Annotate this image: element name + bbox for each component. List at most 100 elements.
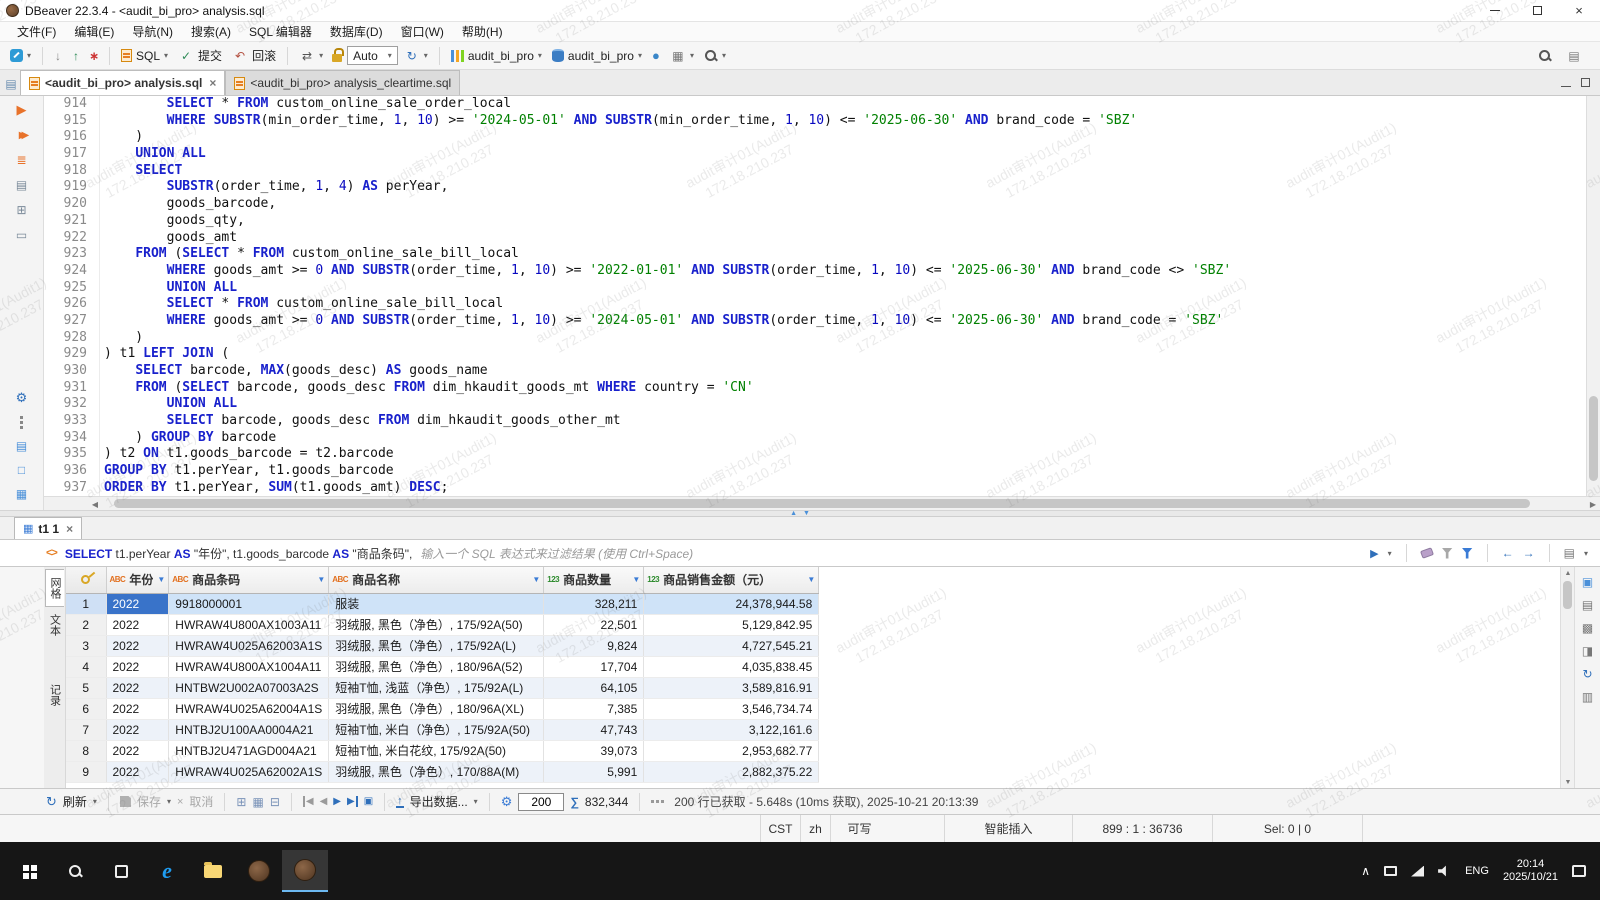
volume-icon[interactable]	[1438, 865, 1446, 877]
value-panel-icon[interactable]: ▣	[1582, 575, 1593, 589]
panels-icon[interactable]: ▤	[1564, 546, 1575, 560]
code-line[interactable]: FROM (SELECT barcode, goods_desc FROM di…	[104, 380, 1600, 397]
execute-script-icon[interactable]: ▶▶	[13, 127, 31, 143]
corner-key-header[interactable]	[66, 567, 107, 594]
first-page-icon[interactable]: ◀	[302, 796, 314, 807]
cell[interactable]: HWRAW4U025A62003A1S	[168, 635, 330, 657]
status-insert-mode[interactable]: 智能插入	[944, 815, 1072, 842]
cell[interactable]: 短袖T恤, 浅蓝（净色）, 175/92A(L)	[328, 677, 545, 699]
globe-icon[interactable]: ●	[648, 48, 664, 64]
cell[interactable]: 2022	[106, 740, 170, 762]
cell[interactable]: 羽绒服, 黑色（净色）, 170/88A(M)	[328, 761, 545, 783]
editor-vertical-scrollbar[interactable]	[1586, 96, 1600, 496]
code-line[interactable]: ) GROUP BY barcode	[104, 430, 1600, 447]
focus-row-icon[interactable]: ▣	[364, 796, 373, 807]
cell[interactable]: HNTBJ2U471AGD004A21	[168, 740, 330, 762]
column-filter-icon[interactable]: ▼	[157, 575, 165, 584]
clear-filter-icon[interactable]	[1419, 547, 1434, 559]
maximize-down-icon[interactable]: ▼	[803, 510, 810, 517]
export-script-icon[interactable]: ▭	[13, 227, 31, 243]
row-number[interactable]: 7	[66, 719, 107, 741]
row-number[interactable]: 2	[66, 614, 107, 636]
output-icon[interactable]: □	[13, 462, 31, 478]
export-dropdown-icon[interactable]: ▾	[474, 797, 478, 806]
column-header[interactable]: 123 商品销售金额（元） ▼	[643, 567, 820, 594]
execute-statement-icon[interactable]: ▶	[13, 102, 31, 118]
forward-icon[interactable]: →	[1523, 546, 1535, 560]
status-cursor-position[interactable]: 899 : 1 : 36736	[1072, 815, 1212, 842]
code-line[interactable]: WHERE goods_amt >= 0 AND SUBSTR(order_ti…	[104, 313, 1600, 330]
cell[interactable]: 2022	[106, 635, 170, 657]
calc-panel-icon[interactable]: ▥	[1582, 690, 1593, 704]
editor-results-splitter[interactable]: ▲ ▼	[0, 510, 1600, 517]
cell[interactable]: 2022	[106, 677, 170, 699]
arrow-down-icon[interactable]: ↓	[50, 48, 66, 64]
cell[interactable]: HNTBW2U002A07003A2S	[168, 677, 330, 699]
menu-item[interactable]: 文件(F)	[8, 22, 65, 42]
cell[interactable]: 2022	[106, 761, 170, 783]
cell[interactable]: 3,546,734.74	[643, 698, 820, 720]
asterisk-icon[interactable]: ∗	[86, 48, 102, 64]
filter-icon[interactable]	[1461, 547, 1473, 559]
code-line[interactable]: UNION ALL	[104, 280, 1600, 297]
explain-plan-icon[interactable]: ▤	[13, 177, 31, 193]
settings-gear-icon[interactable]: ⚙	[501, 794, 513, 810]
code-line[interactable]: WHERE SUBSTR(min_order_time, 1, 10) >= '…	[104, 113, 1600, 130]
code-line[interactable]: WHERE goods_amt >= 0 AND SUBSTR(order_ti…	[104, 263, 1600, 280]
cell[interactable]: 39,073	[543, 740, 645, 762]
cell[interactable]: 羽绒服, 黑色（净色）, 180/96A(52)	[328, 656, 545, 678]
more-icon[interactable]	[651, 800, 665, 803]
cell[interactable]: 64,105	[543, 677, 645, 699]
panels-dropdown-icon[interactable]: ▾	[1584, 549, 1588, 558]
commit-button[interactable]: ✓ 提交	[174, 45, 226, 66]
code-line[interactable]: ) t1 LEFT JOIN (	[104, 346, 1600, 363]
editor-horizontal-scrollbar[interactable]: ◀ ▶	[44, 496, 1600, 510]
menu-item[interactable]: 搜索(A)	[182, 22, 240, 42]
code-line[interactable]: SELECT * FROM custom_online_sale_order_l…	[104, 96, 1600, 113]
column-header[interactable]: ABC 商品名称 ▼	[328, 567, 545, 594]
cell[interactable]: 服装	[328, 593, 545, 615]
menu-item[interactable]: SQL 编辑器	[240, 22, 321, 42]
next-page-icon[interactable]: ▶	[333, 796, 341, 807]
grid-vertical-scrollbar[interactable]: ▲ ▼	[1560, 567, 1574, 788]
search-data-button[interactable]: ▾	[700, 47, 730, 65]
close-tab-icon[interactable]: ×	[209, 76, 216, 90]
cell[interactable]: HWRAW4U800AX1004A11	[168, 656, 330, 678]
statistics-icon[interactable]: ⊞	[13, 202, 31, 218]
cell[interactable]: HNTBJ2U100AA0004A21	[168, 719, 330, 741]
scroll-up-icon[interactable]: ▲	[1561, 567, 1575, 579]
minimize-window-button[interactable]	[1474, 0, 1516, 22]
editor-list-icon[interactable]: ▤	[2, 73, 20, 95]
maximize-panel-icon[interactable]	[1581, 76, 1590, 90]
maximize-window-button[interactable]	[1516, 0, 1558, 22]
filter-input[interactable]: 输入一个 SQL 表达式来过滤结果 (使用 Ctrl+Space)	[420, 545, 1362, 562]
close-window-button[interactable]: ×	[1558, 0, 1600, 22]
network-icon[interactable]	[1411, 865, 1425, 877]
code-line[interactable]: SELECT	[104, 163, 1600, 180]
code-line[interactable]: SUBSTR(order_time, 1, 4) AS perYear,	[104, 179, 1600, 196]
editor-tab-cleartime[interactable]: <audit_bi_pro> analysis_cleartime.sql	[225, 70, 461, 95]
new-sql-editor-button[interactable]: SQL ▾	[117, 47, 172, 65]
schema-selector[interactable]: audit_bi_pro ▾	[548, 47, 646, 65]
edge-button[interactable]: e	[144, 850, 190, 892]
scroll-left-icon[interactable]: ◀	[88, 497, 102, 511]
save-dropdown-icon[interactable]: ▾	[167, 797, 171, 806]
references-panel-icon[interactable]: ◨	[1582, 644, 1593, 658]
code-line[interactable]: ) t2 ON t1.goods_barcode = t2.barcode	[104, 446, 1600, 463]
code-line[interactable]: SELECT * FROM custom_online_sale_bill_lo…	[104, 296, 1600, 313]
cell[interactable]: HWRAW4U025A62004A1S	[168, 698, 330, 720]
editor-tab-analysis[interactable]: <audit_bi_pro> analysis.sql ×	[20, 70, 226, 95]
cell[interactable]: 2,882,375.22	[643, 761, 820, 783]
delete-row-icon[interactable]: ⊟	[270, 795, 280, 809]
minimize-panel-icon[interactable]	[1561, 76, 1571, 90]
code-line[interactable]: GROUP BY t1.perYear, t1.goods_barcode	[104, 463, 1600, 480]
maximize-up-icon[interactable]: ▲	[790, 510, 797, 517]
edit-filter-icon[interactable]	[1441, 547, 1453, 559]
menu-item[interactable]: 窗口(W)	[392, 22, 453, 42]
cell[interactable]: 17,704	[543, 656, 645, 678]
start-button[interactable]	[6, 850, 52, 892]
cell[interactable]: 2022	[106, 719, 170, 741]
row-number[interactable]: 3	[66, 635, 107, 657]
dbeaver-taskbar-button-active[interactable]	[282, 850, 328, 892]
refresh-dropdown-icon[interactable]: ▾	[93, 797, 97, 806]
